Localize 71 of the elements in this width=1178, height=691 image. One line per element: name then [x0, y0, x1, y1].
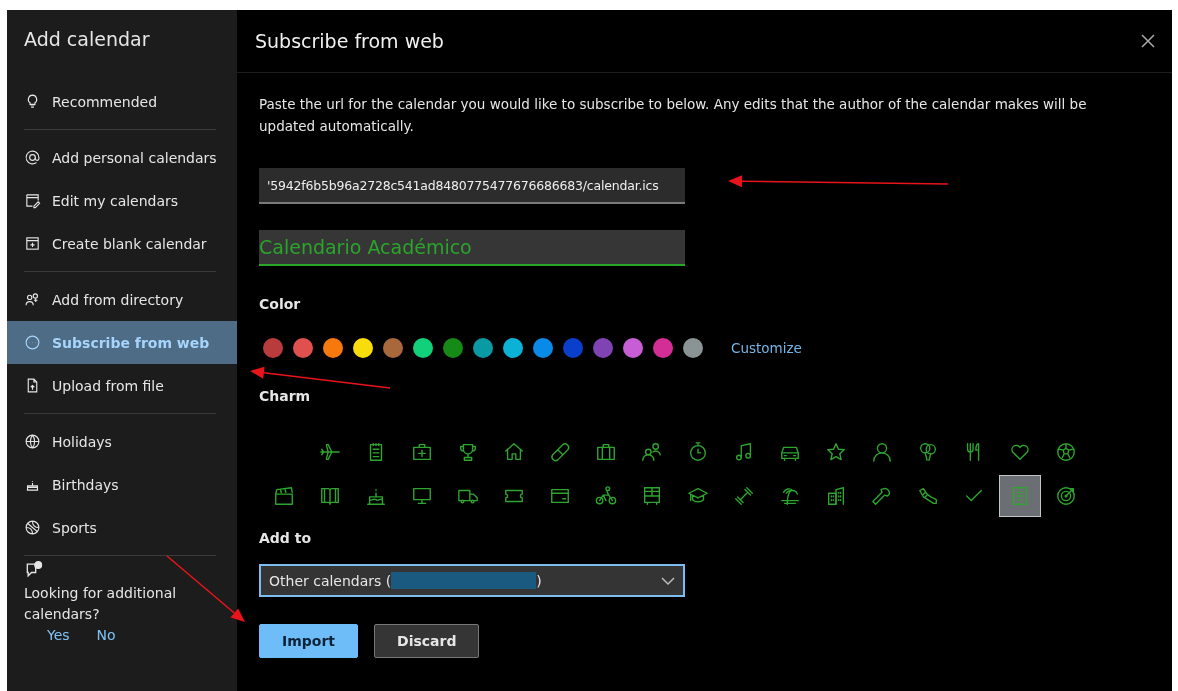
globe-icon [24, 433, 41, 450]
sidebar-item[interactable]: Birthdays [7, 463, 237, 506]
target-icon [1055, 485, 1077, 507]
calendar-dropdown[interactable]: Other calendars ( ) [259, 564, 685, 597]
sidebar-item[interactable]: Create blank calendar [7, 222, 237, 265]
color-swatch[interactable] [503, 338, 523, 358]
color-swatch[interactable] [623, 338, 643, 358]
color-swatch[interactable] [473, 338, 493, 358]
yes-link[interactable]: Yes [47, 627, 70, 643]
person-icon [871, 441, 893, 463]
sidebar-item[interactable]: Recommended [7, 80, 237, 123]
feedback-question: Looking for additional calendars? [24, 584, 178, 624]
clapperboard-icon [273, 485, 295, 507]
star-icon [825, 441, 847, 463]
add-to-label: Add to [259, 530, 312, 546]
color-swatch[interactable] [653, 338, 673, 358]
people-icon [641, 441, 663, 463]
color-label: Color [259, 296, 301, 312]
sidebar-item[interactable]: Subscribe from web [7, 321, 237, 364]
monitor-icon [411, 485, 433, 507]
color-swatch[interactable] [563, 338, 583, 358]
ball-icon [24, 519, 41, 536]
sidebar-title: Add calendar [23, 27, 151, 52]
color-swatch[interactable] [413, 338, 433, 358]
customize-link[interactable]: Customize [731, 340, 802, 356]
charm-label: Charm [259, 388, 311, 404]
house-icon [503, 441, 525, 463]
sidebar-item[interactable]: Edit my calendars [7, 179, 237, 222]
calendar-name-field[interactable]: Calendario Académico [259, 230, 685, 266]
sidebar-item[interactable]: Add personal calendars [7, 136, 237, 179]
at-sign-icon [24, 149, 41, 166]
soccer-ball-icon [1055, 441, 1077, 463]
open-book-icon [319, 485, 341, 507]
no-link[interactable]: No [96, 627, 116, 643]
medical-kit-icon [411, 441, 433, 463]
description-text: Paste the url for the calendar you would like to subscribe to below. Any edits that the author of the calendar makes will be updated automatically. [259, 95, 1088, 136]
color-swatch[interactable] [683, 338, 703, 358]
url-field[interactable]: '5942f6b5b96a2728c541ad8480775477676686683/calendar.ics [259, 168, 685, 204]
edit-calendar-icon [24, 192, 41, 209]
stopwatch-icon [687, 441, 709, 463]
discard-button[interactable]: Discard [374, 624, 480, 658]
sneaker-icon [917, 485, 939, 507]
sidebar-item[interactable]: Sports [7, 506, 237, 549]
briefcase-icon [595, 441, 617, 463]
color-swatch[interactable] [383, 338, 403, 358]
calendar-plus-icon [24, 235, 41, 252]
color-swatch[interactable] [323, 338, 343, 358]
cyclist-icon [595, 485, 617, 507]
sidebar-item[interactable]: Add from directory [7, 278, 237, 321]
people-icon [24, 291, 41, 308]
dumbbell-icon [733, 485, 755, 507]
color-swatch[interactable] [263, 338, 283, 358]
panel-title: Subscribe from web [255, 30, 444, 52]
sidebar-item[interactable]: Upload from file [7, 364, 237, 407]
color-swatch[interactable] [533, 338, 553, 358]
buildings-icon [825, 485, 847, 507]
ellipsis-circle-icon [24, 334, 41, 351]
balloons-icon [917, 441, 939, 463]
import-button[interactable]: Import [259, 624, 359, 658]
sidebar-item[interactable]: Holidays [7, 420, 237, 463]
airplane-icon [319, 441, 341, 463]
close-icon[interactable] [1140, 33, 1156, 49]
pill-icon [549, 441, 571, 463]
color-swatch[interactable] [593, 338, 613, 358]
color-swatch[interactable] [353, 338, 373, 358]
color-swatch[interactable] [443, 338, 463, 358]
charm-option[interactable] [999, 475, 1041, 517]
wrench-icon [871, 485, 893, 507]
trophy-icon [457, 441, 479, 463]
beach-icon [779, 485, 801, 507]
color-swatch[interactable] [293, 338, 313, 358]
